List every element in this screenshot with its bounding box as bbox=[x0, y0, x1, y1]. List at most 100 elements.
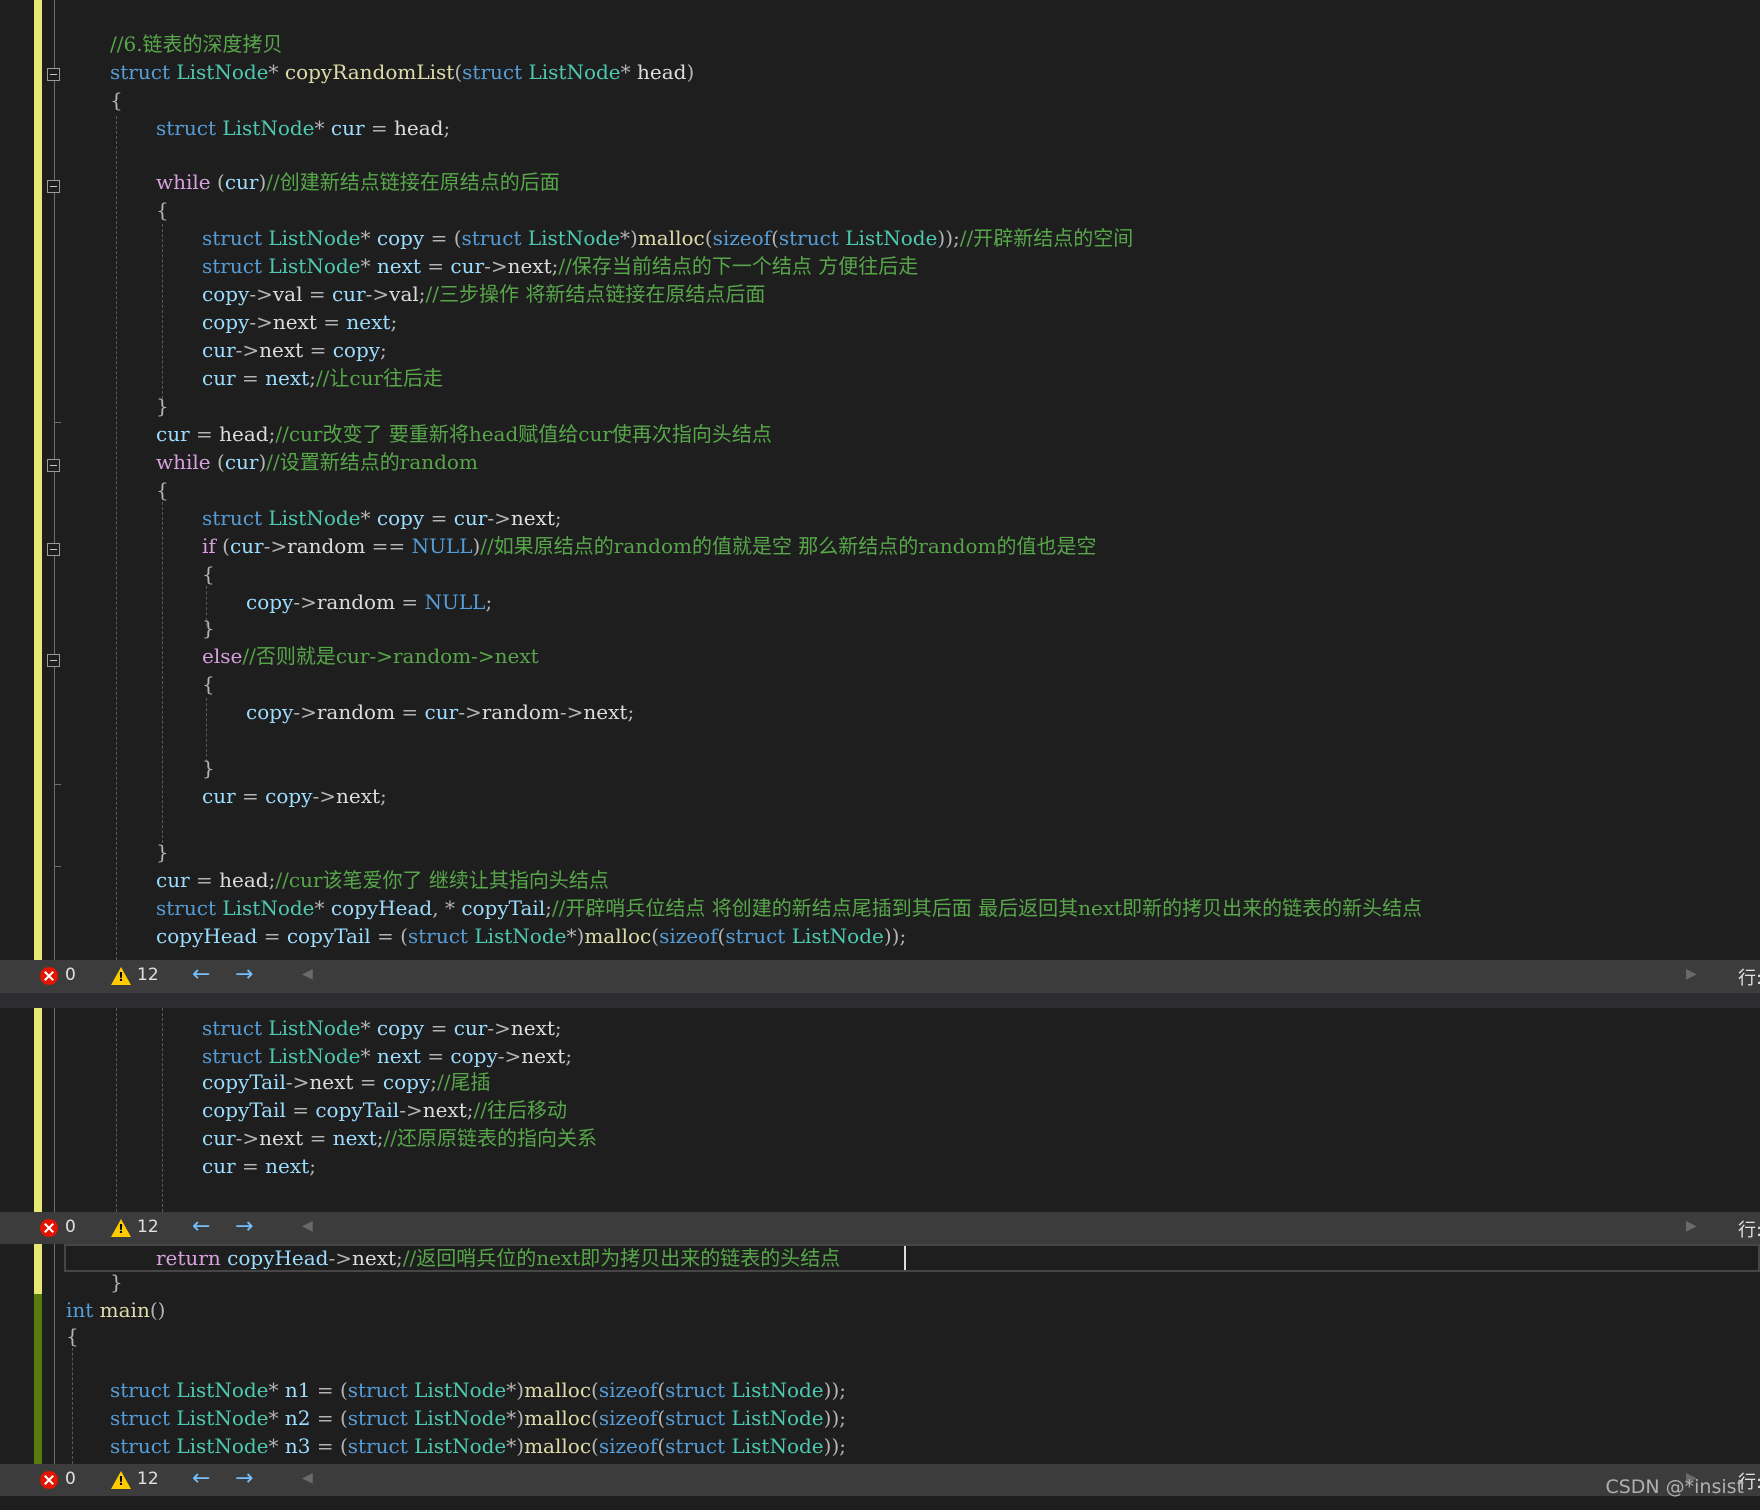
code-line[interactable]: cur->next = copy; bbox=[202, 336, 387, 364]
code-line[interactable]: struct ListNode* n3 = (struct ListNode*)… bbox=[110, 1432, 846, 1460]
code-line[interactable]: copy->random = cur->random->next; bbox=[246, 698, 634, 726]
code-line[interactable]: { bbox=[156, 476, 169, 504]
error-count[interactable]: 0 bbox=[65, 965, 76, 985]
scroll-right-icon[interactable]: ▶ bbox=[1686, 1218, 1697, 1234]
error-circle-icon[interactable] bbox=[40, 1219, 58, 1237]
code-token: struct bbox=[156, 896, 223, 920]
arrow-right-icon[interactable]: → bbox=[235, 962, 253, 987]
code-line[interactable]: //6.链表的深度拷贝 bbox=[110, 30, 283, 58]
code-line[interactable]: copy->val = cur->val;//三步操作 将新结点链接在原结点后面 bbox=[202, 280, 765, 308]
warning-mark: ! bbox=[118, 1474, 124, 1488]
code-token: malloc bbox=[524, 1434, 592, 1458]
code-line[interactable]: } bbox=[202, 754, 215, 782]
collapse-icon[interactable] bbox=[47, 68, 60, 81]
arrow-right-icon[interactable]: → bbox=[235, 1214, 253, 1239]
scroll-left-icon[interactable]: ◀ bbox=[302, 1218, 313, 1234]
code-token: int bbox=[66, 1298, 100, 1322]
code-line[interactable]: struct ListNode* copyRandomList(struct L… bbox=[110, 58, 694, 86]
arrow-left-icon[interactable]: ← bbox=[192, 962, 210, 987]
code-token: )); bbox=[883, 924, 907, 948]
code-token: struct bbox=[407, 924, 475, 948]
code-token: * bbox=[268, 1434, 285, 1458]
code-line[interactable]: else//否则就是cur->random->next bbox=[202, 642, 539, 670]
code-line[interactable]: struct ListNode* copyHead, * copyTail;//… bbox=[156, 894, 1422, 922]
arrow-right-icon[interactable]: → bbox=[235, 1466, 253, 1491]
error-count[interactable]: 0 bbox=[65, 1217, 76, 1237]
code-line[interactable]: { bbox=[66, 1322, 79, 1350]
editor-pane-top[interactable]: //6.链表的深度拷贝 struct ListNode* copyRandomLi… bbox=[0, 0, 1760, 960]
code-line[interactable]: struct ListNode* copy = cur->next; bbox=[202, 504, 562, 532]
arrow-left-icon[interactable]: ← bbox=[192, 1466, 210, 1491]
code-line[interactable]: { bbox=[202, 670, 215, 698]
code-line[interactable]: copy->random = NULL; bbox=[246, 588, 492, 616]
collapse-icon[interactable] bbox=[47, 459, 60, 472]
code-token: n3 bbox=[284, 1434, 311, 1458]
code-token: sizeof bbox=[598, 1378, 658, 1402]
code-line[interactable]: cur = head;//cur改变了 要重新将head赋值给cur使再次指向头… bbox=[156, 420, 772, 448]
code-line[interactable]: struct ListNode* copy = (struct ListNode… bbox=[202, 224, 1133, 252]
code-line[interactable]: while (cur)//设置新结点的random bbox=[156, 448, 478, 476]
line-indicator[interactable]: 行: bbox=[1738, 1216, 1760, 1242]
warning-count[interactable]: 12 bbox=[137, 1469, 159, 1489]
code-line[interactable]: { bbox=[156, 196, 169, 224]
arrow-left-icon[interactable]: ← bbox=[192, 1214, 210, 1239]
editor-pane-middle[interactable]: struct ListNode* copy = cur->next; struct… bbox=[0, 1008, 1760, 1212]
code-line[interactable]: } bbox=[156, 838, 169, 866]
warning-count[interactable]: 12 bbox=[137, 1217, 159, 1237]
code-token: ; bbox=[627, 700, 635, 724]
code-token: head bbox=[637, 60, 687, 84]
code-line[interactable]: copyHead = copyTail = (struct ListNode*)… bbox=[156, 922, 906, 950]
collapse-icon[interactable] bbox=[47, 543, 60, 556]
editor-pane-bottom[interactable]: return copyHead->next;//返回哨兵位的next即为拷贝出来… bbox=[0, 1244, 1760, 1464]
code-token: )); bbox=[937, 226, 960, 250]
code-line[interactable]: copy->next = next; bbox=[202, 308, 397, 336]
code-line[interactable]: struct ListNode* copy = cur->next; bbox=[202, 1014, 562, 1042]
code-token: random bbox=[481, 700, 560, 724]
code-token: ListNode bbox=[222, 896, 315, 920]
code-line[interactable]: } bbox=[110, 1268, 123, 1296]
collapse-icon[interactable] bbox=[47, 654, 60, 667]
code-line[interactable]: cur = next;//让cur往后走 bbox=[202, 364, 443, 392]
line-indicator[interactable]: 行: bbox=[1738, 964, 1760, 990]
code-token: ListNode bbox=[731, 1434, 824, 1458]
code-token: ListNode bbox=[414, 1406, 507, 1430]
collapse-icon[interactable] bbox=[47, 180, 60, 193]
code-line[interactable]: copyTail->next = copy;//尾插 bbox=[202, 1068, 490, 1096]
code-token: cur bbox=[202, 784, 236, 808]
code-token: ListNode bbox=[731, 1406, 824, 1430]
error-circle-icon[interactable] bbox=[40, 967, 58, 985]
code-line[interactable]: cur = copy->next; bbox=[202, 782, 387, 810]
code-line[interactable]: copyTail = copyTail->next;//往后移动 bbox=[202, 1096, 567, 1124]
code-token: = bbox=[235, 1154, 266, 1178]
code-line[interactable]: struct ListNode* n2 = (struct ListNode*)… bbox=[110, 1404, 846, 1432]
code-line[interactable]: } bbox=[156, 392, 169, 420]
code-line[interactable]: int main() bbox=[66, 1296, 165, 1324]
code-line[interactable]: { bbox=[202, 560, 215, 588]
error-count[interactable]: 0 bbox=[65, 1469, 76, 1489]
code-token: = bbox=[364, 116, 395, 140]
code-token: -> bbox=[249, 310, 273, 334]
code-line[interactable]: cur = next; bbox=[202, 1152, 316, 1180]
code-token: ; bbox=[554, 506, 562, 530]
code-line[interactable]: struct ListNode* next = copy->next; bbox=[202, 1042, 572, 1070]
code-line[interactable]: cur->next = next;//还原原链表的指向关系 bbox=[202, 1124, 597, 1152]
code-line[interactable]: while (cur)//创建新结点链接在原结点的后面 bbox=[156, 168, 560, 196]
code-line[interactable]: } bbox=[202, 614, 215, 642]
scroll-left-icon[interactable]: ◀ bbox=[302, 1470, 313, 1486]
warning-count[interactable]: 12 bbox=[137, 965, 159, 985]
code-token: ; bbox=[443, 116, 451, 140]
error-circle-icon[interactable] bbox=[40, 1471, 58, 1489]
scroll-right-icon[interactable]: ▶ bbox=[1686, 966, 1697, 982]
code-line[interactable]: if (cur->random == NULL)//如果原结点的random的值… bbox=[202, 532, 1096, 560]
code-token: -> bbox=[365, 282, 390, 306]
code-line[interactable]: struct ListNode* cur = head; bbox=[156, 114, 450, 142]
code-line[interactable]: return copyHead->next;//返回哨兵位的next即为拷贝出来… bbox=[156, 1244, 840, 1272]
code-line[interactable]: struct ListNode* next = cur->next;//保存当前… bbox=[202, 252, 918, 280]
code-token: copyHead bbox=[156, 924, 258, 948]
code-token: else bbox=[202, 644, 243, 668]
code-line[interactable]: struct ListNode* n1 = (struct ListNode*)… bbox=[110, 1376, 846, 1404]
code-token: ListNode bbox=[268, 506, 361, 530]
scroll-left-icon[interactable]: ◀ bbox=[302, 966, 313, 982]
code-line[interactable]: { bbox=[110, 86, 123, 114]
code-line[interactable]: cur = head;//cur该笔爱你了 继续让其指向头结点 bbox=[156, 866, 609, 894]
